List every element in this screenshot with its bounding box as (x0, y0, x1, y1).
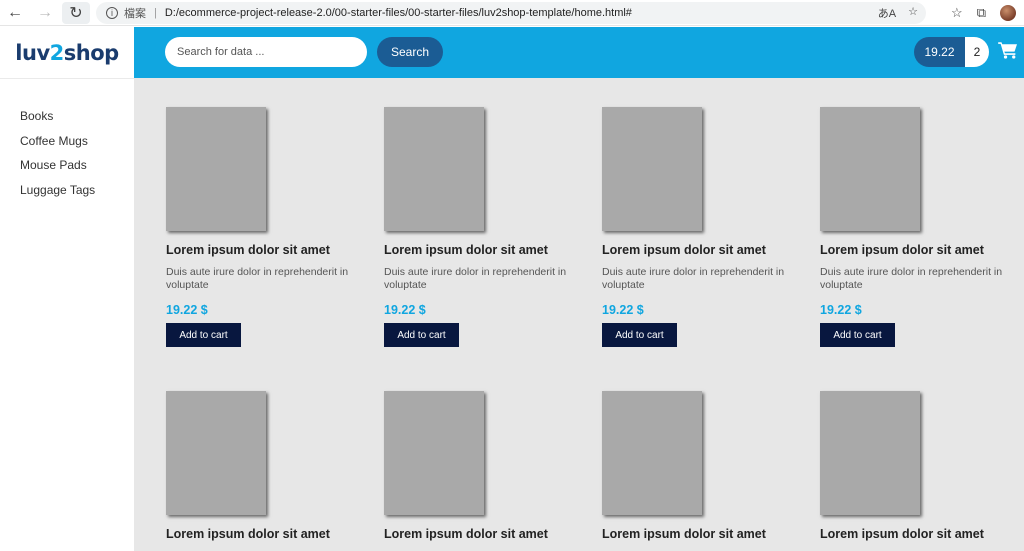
add-to-cart-button[interactable]: Add to cart (820, 323, 895, 347)
product-title[interactable]: Lorem ipsum dolor sit amet (602, 527, 792, 541)
info-icon[interactable]: i (106, 7, 118, 19)
product-image[interactable] (602, 107, 702, 231)
add-to-cart-button[interactable]: Add to cart (602, 323, 677, 347)
product-title[interactable]: Lorem ipsum dolor sit amet (602, 243, 792, 257)
product-card: Lorem ipsum dolor sit amet (384, 391, 574, 541)
logo[interactable]: luv2shop (0, 27, 134, 78)
sidebar: Books Coffee Mugs Mouse Pads Luggage Tag… (0, 78, 134, 551)
cart-quantity: 2 (965, 37, 989, 67)
product-price: 19.22 $ (602, 303, 644, 317)
add-to-cart-button[interactable]: Add to cart (384, 323, 459, 347)
product-description: Duis aute irure dolor in reprehenderit i… (384, 266, 567, 291)
avatar[interactable] (1000, 5, 1016, 21)
product-image[interactable] (820, 391, 920, 515)
read-aloud-icon[interactable]: あA (878, 5, 896, 21)
product-image[interactable] (166, 107, 266, 231)
product-image[interactable] (384, 107, 484, 231)
shopping-cart-icon[interactable] (998, 41, 1018, 59)
product-title[interactable]: Lorem ipsum dolor sit amet (166, 527, 356, 541)
product-image[interactable] (166, 391, 266, 515)
sidebar-item-coffee-mugs[interactable]: Coffee Mugs (0, 134, 134, 159)
search-input[interactable] (165, 37, 367, 67)
product-title[interactable]: Lorem ipsum dolor sit amet (384, 243, 574, 257)
product-image[interactable] (384, 391, 484, 515)
address-bar[interactable]: i 檔案 | D:/ecommerce-project-release-2.0/… (96, 2, 926, 24)
product-title[interactable]: Lorem ipsum dolor sit amet (820, 527, 1010, 541)
sidebar-item-luggage-tags[interactable]: Luggage Tags (0, 183, 134, 208)
page: luv2shop Search 19.22 2 Books Coffee Mug… (0, 27, 1024, 551)
product-card: Lorem ipsum dolor sit amet Duis aute iru… (384, 107, 574, 347)
refresh-icon[interactable]: ↻ (62, 1, 90, 24)
product-card: Lorem ipsum dolor sit amet (820, 391, 1010, 541)
add-to-cart-button[interactable]: Add to cart (166, 323, 241, 347)
product-title[interactable]: Lorem ipsum dolor sit amet (820, 243, 1010, 257)
browser-toolbar: ← → ↻ i 檔案 | D:/ecommerce-project-releas… (0, 0, 1024, 26)
product-card: Lorem ipsum dolor sit amet Duis aute iru… (820, 107, 1010, 347)
address-url[interactable]: D:/ecommerce-project-release-2.0/00-star… (165, 7, 632, 19)
product-card: Lorem ipsum dolor sit amet Duis aute iru… (602, 107, 792, 347)
product-card: Lorem ipsum dolor sit amet (602, 391, 792, 541)
product-title[interactable]: Lorem ipsum dolor sit amet (384, 527, 574, 541)
address-scheme: 檔案 (124, 8, 146, 20)
product-grid: Lorem ipsum dolor sit amet Duis aute iru… (134, 78, 1024, 551)
forward-icon[interactable]: → (30, 0, 60, 26)
favorites-icon[interactable]: ☆ (951, 5, 963, 21)
product-card: Lorem ipsum dolor sit amet (166, 391, 356, 541)
sidebar-item-books[interactable]: Books (0, 109, 134, 134)
product-price: 19.22 $ (384, 303, 426, 317)
product-price: 19.22 $ (820, 303, 862, 317)
product-description: Duis aute irure dolor in reprehenderit i… (166, 266, 349, 291)
product-description: Duis aute irure dolor in reprehenderit i… (820, 266, 1003, 291)
back-icon[interactable]: ← (0, 0, 30, 26)
logo-text: luv2shop (15, 40, 119, 65)
sidebar-item-mouse-pads[interactable]: Mouse Pads (0, 158, 134, 183)
address-separator: | (154, 7, 157, 19)
product-title[interactable]: Lorem ipsum dolor sit amet (166, 243, 356, 257)
cart-status[interactable]: 19.22 2 (914, 37, 989, 67)
header: luv2shop Search 19.22 2 (0, 27, 1024, 78)
cart-total: 19.22 (914, 37, 965, 67)
product-description: Duis aute irure dolor in reprehenderit i… (602, 266, 785, 291)
product-image[interactable] (820, 107, 920, 231)
collections-icon[interactable]: ⧉ (977, 5, 986, 21)
favorite-icon[interactable]: ☆ (908, 5, 918, 21)
product-price: 19.22 $ (166, 303, 208, 317)
search-button[interactable]: Search (377, 37, 443, 67)
product-card: Lorem ipsum dolor sit amet Duis aute iru… (166, 107, 356, 347)
product-image[interactable] (602, 391, 702, 515)
